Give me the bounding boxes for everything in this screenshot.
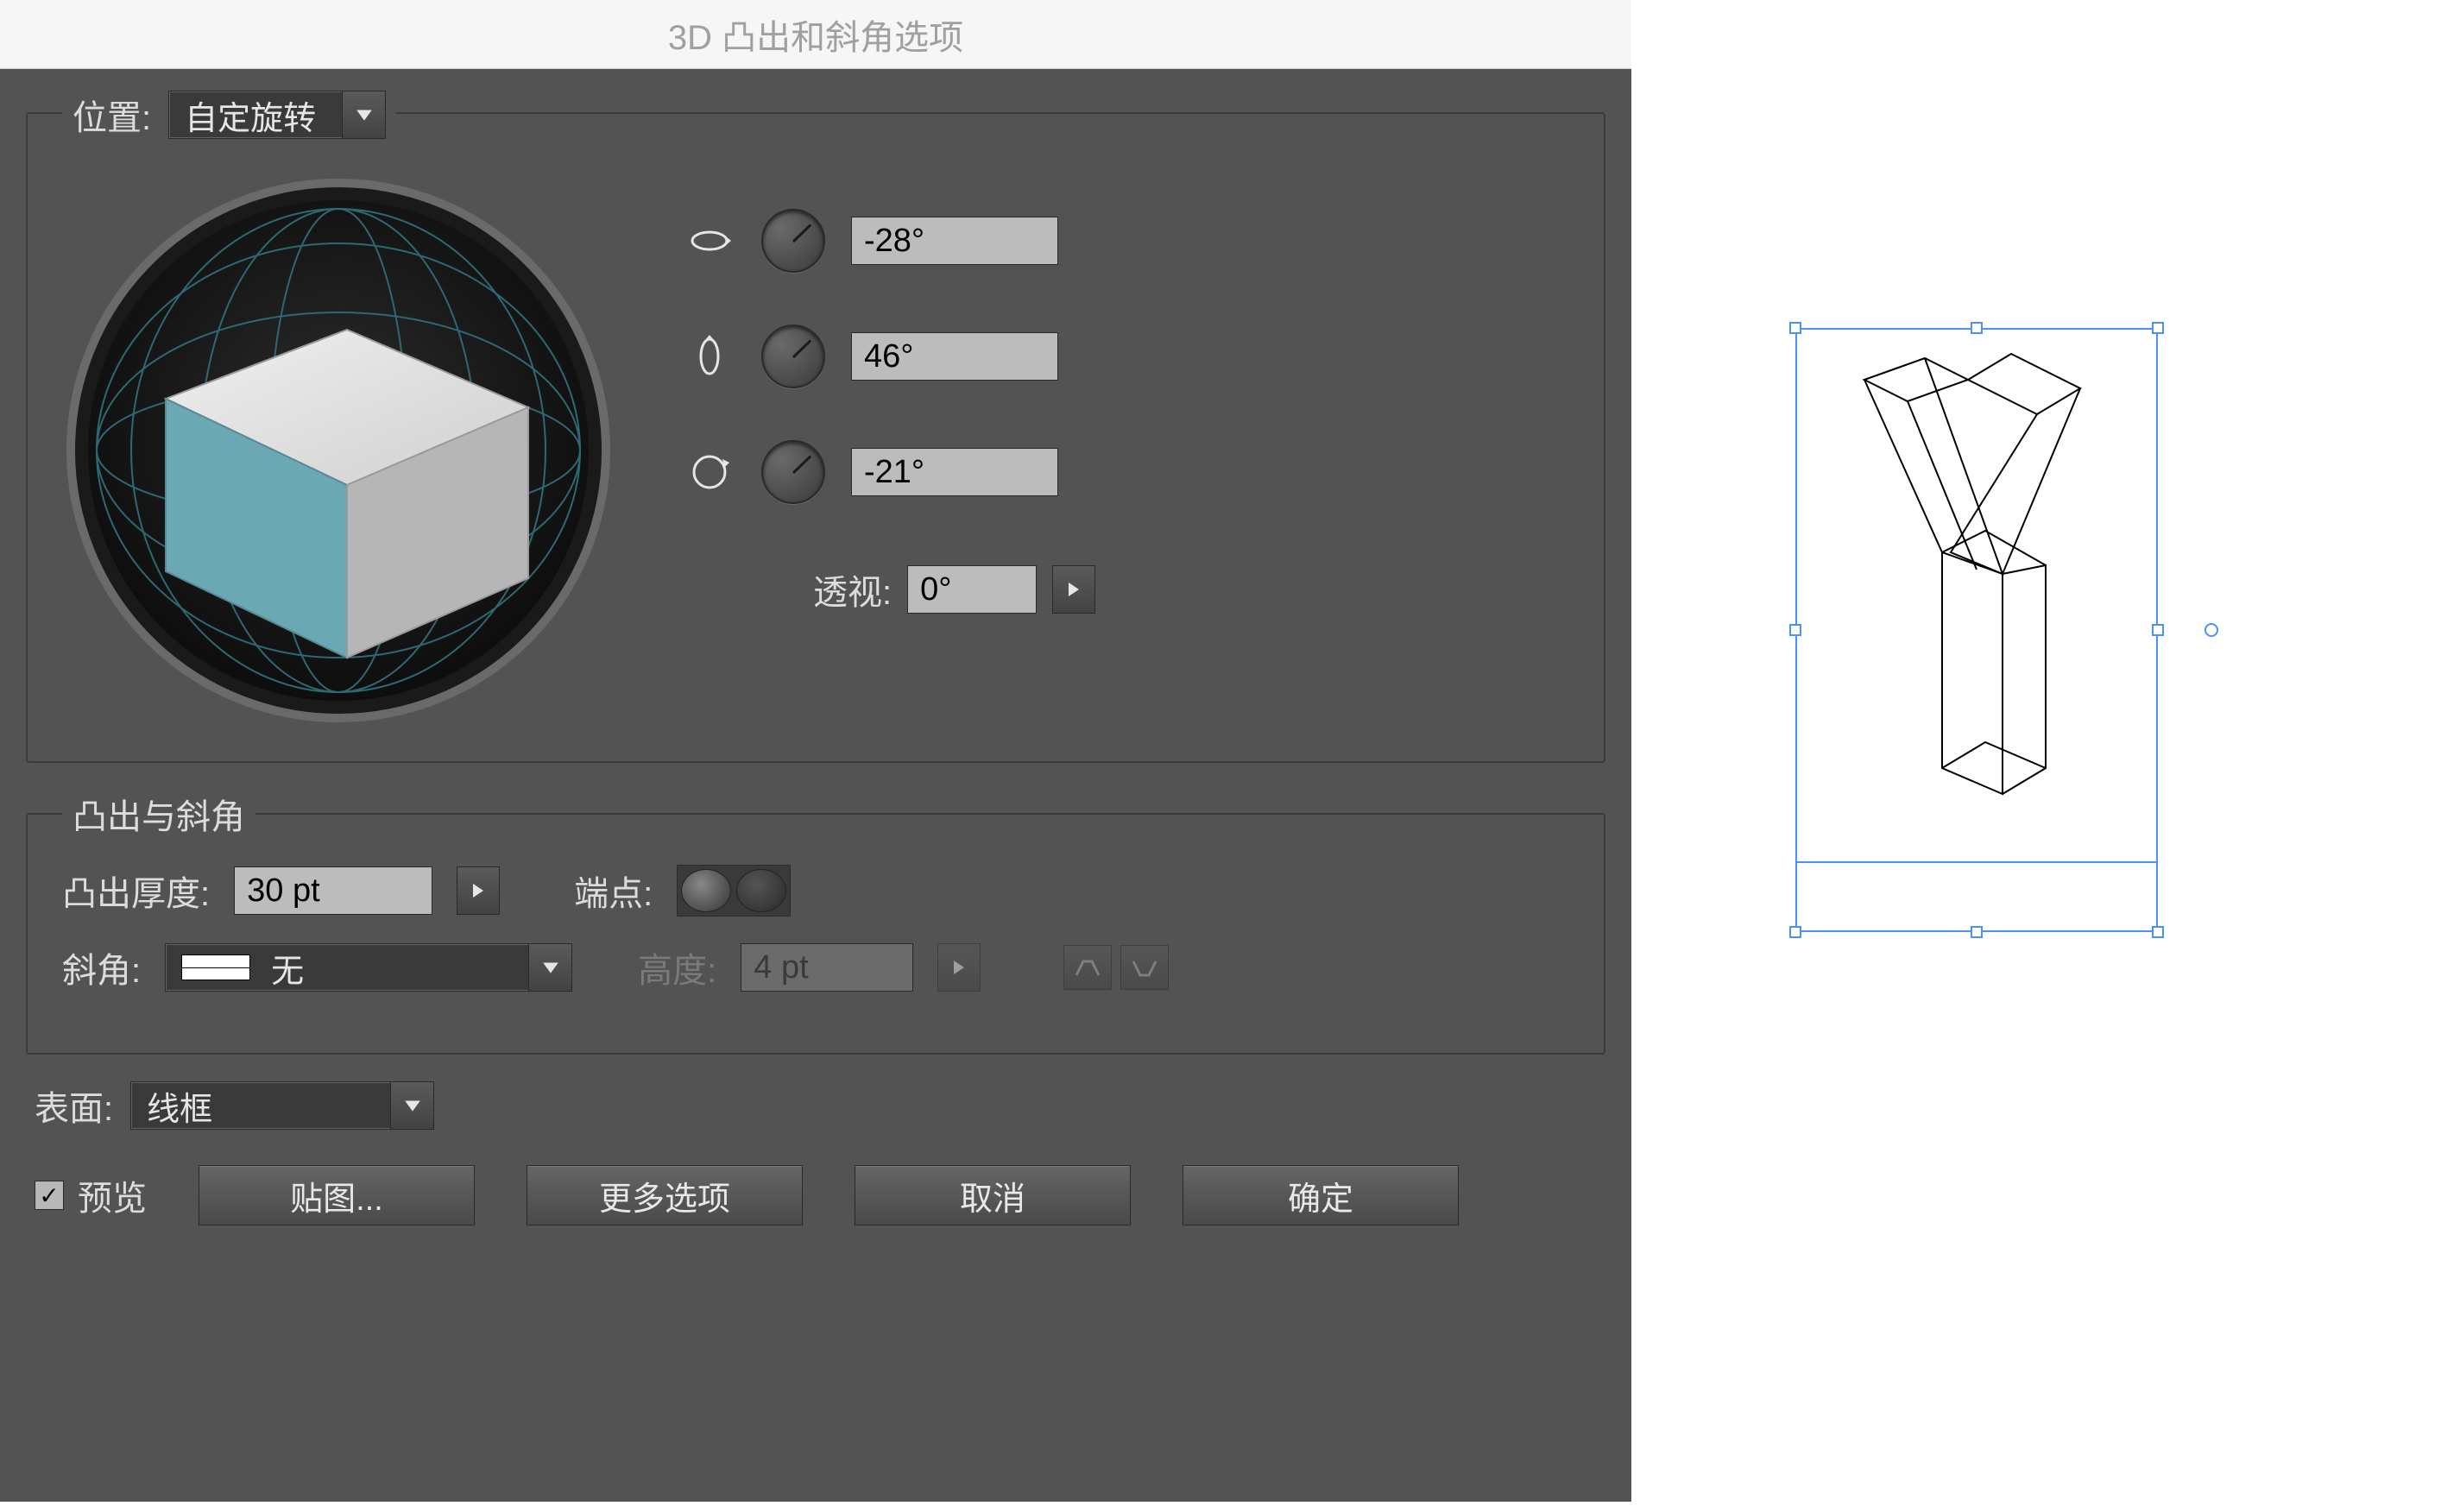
chevron-down-icon — [528, 944, 571, 991]
extrude-depth-label: 凸出厚度: — [62, 866, 210, 916]
extrude-bevel-group: 凸出与斜角 凸出厚度: 30 pt 端点: 斜角: — [26, 789, 1605, 1055]
cancel-button[interactable]: 取消 — [855, 1165, 1131, 1225]
cap-on-button[interactable] — [681, 869, 731, 912]
height-stepper — [937, 943, 981, 992]
bevel-extent-out-button — [1120, 945, 1169, 990]
surface-label: 表面: — [35, 1080, 113, 1131]
selection-handle[interactable] — [1789, 624, 1801, 636]
selection-handle[interactable] — [2152, 926, 2164, 938]
dialog-title-bar: 3D 凸出和斜角选项 — [0, 0, 1631, 69]
bevel-label: 斜角: — [62, 942, 141, 992]
extrude-depth-stepper[interactable] — [457, 866, 500, 915]
cap-label: 端点: — [574, 866, 653, 916]
rotation-cube-gizmo[interactable] — [62, 174, 615, 727]
rotate-z-input[interactable]: -21° — [851, 448, 1058, 496]
perspective-input[interactable]: 0° — [907, 565, 1037, 614]
position-group: 位置: 自定旋转 — [26, 112, 1605, 763]
perspective-stepper[interactable] — [1052, 565, 1095, 614]
bevel-swatch-icon — [181, 954, 250, 980]
selection-handle[interactable] — [2152, 624, 2164, 636]
preview-label: 预览 — [78, 1170, 147, 1220]
dialog-body: 位置: 自定旋转 — [0, 69, 1631, 1251]
selection-handle[interactable] — [1789, 322, 1801, 334]
artboard-selection[interactable] — [1795, 328, 2158, 932]
extrude-depth-input[interactable]: 30 pt — [234, 866, 432, 915]
height-input: 4 pt — [741, 943, 913, 992]
rotate-x-dial[interactable]: .dial[style*="-28deg"]::after{transform:… — [761, 209, 825, 273]
rotation-handle[interactable] — [2204, 623, 2218, 637]
rotate-z-icon — [684, 446, 735, 498]
map-art-button[interactable]: 贴图... — [199, 1165, 475, 1225]
rotate-x-input[interactable]: -28° — [851, 217, 1058, 265]
bevel-dropdown[interactable]: 无 — [165, 943, 572, 992]
height-label: 高度: — [638, 942, 716, 992]
rotate-x-icon — [684, 215, 735, 267]
rotate-y-input[interactable]: 46° — [851, 332, 1058, 381]
position-value: 自定旋转 — [169, 91, 342, 138]
baseline-indicator — [1795, 861, 2158, 863]
perspective-label: 透视: — [813, 564, 892, 614]
ok-button[interactable]: 确定 — [1183, 1165, 1459, 1225]
dialog-3d-extrude-bevel: 3D 凸出和斜角选项 位置: 自定旋转 — [0, 0, 1631, 1502]
more-options-button[interactable]: 更多选项 — [527, 1165, 803, 1225]
surface-dropdown[interactable]: 线框 — [130, 1081, 434, 1130]
selection-handle[interactable] — [1971, 322, 1983, 334]
rotate-y-icon — [684, 331, 735, 382]
surface-value: 线框 — [131, 1082, 390, 1129]
position-dropdown[interactable]: 自定旋转 — [168, 91, 386, 139]
bevel-value: 无 — [271, 944, 304, 992]
extrude-bevel-legend: 凸出与斜角 — [62, 789, 255, 839]
dialog-title: 3D 凸出和斜角选项 — [668, 9, 963, 60]
cap-off-button[interactable] — [736, 869, 786, 912]
cap-toggle — [677, 865, 791, 917]
selection-handle[interactable] — [1971, 926, 1983, 938]
selection-handle[interactable] — [2152, 322, 2164, 334]
rotate-z-dial[interactable] — [761, 440, 825, 504]
rotation-controls: .dial[style*="-28deg"]::after{transform:… — [684, 174, 1095, 614]
wireframe-y-shape — [1830, 345, 2123, 828]
selection-handle[interactable] — [1789, 926, 1801, 938]
rotate-y-dial[interactable]: .dial:nth-of-type(1)::after{transform:tr… — [761, 324, 825, 388]
position-label: 位置: — [73, 90, 151, 140]
dialog-button-row: ✓ 预览 贴图... 更多选项 取消 确定 — [17, 1165, 1614, 1225]
bevel-extent-in-button — [1063, 945, 1112, 990]
chevron-down-icon — [390, 1082, 433, 1129]
chevron-down-icon — [342, 91, 385, 138]
preview-checkbox-group[interactable]: ✓ 预览 — [35, 1170, 147, 1220]
preview-checkbox[interactable]: ✓ — [35, 1181, 64, 1210]
